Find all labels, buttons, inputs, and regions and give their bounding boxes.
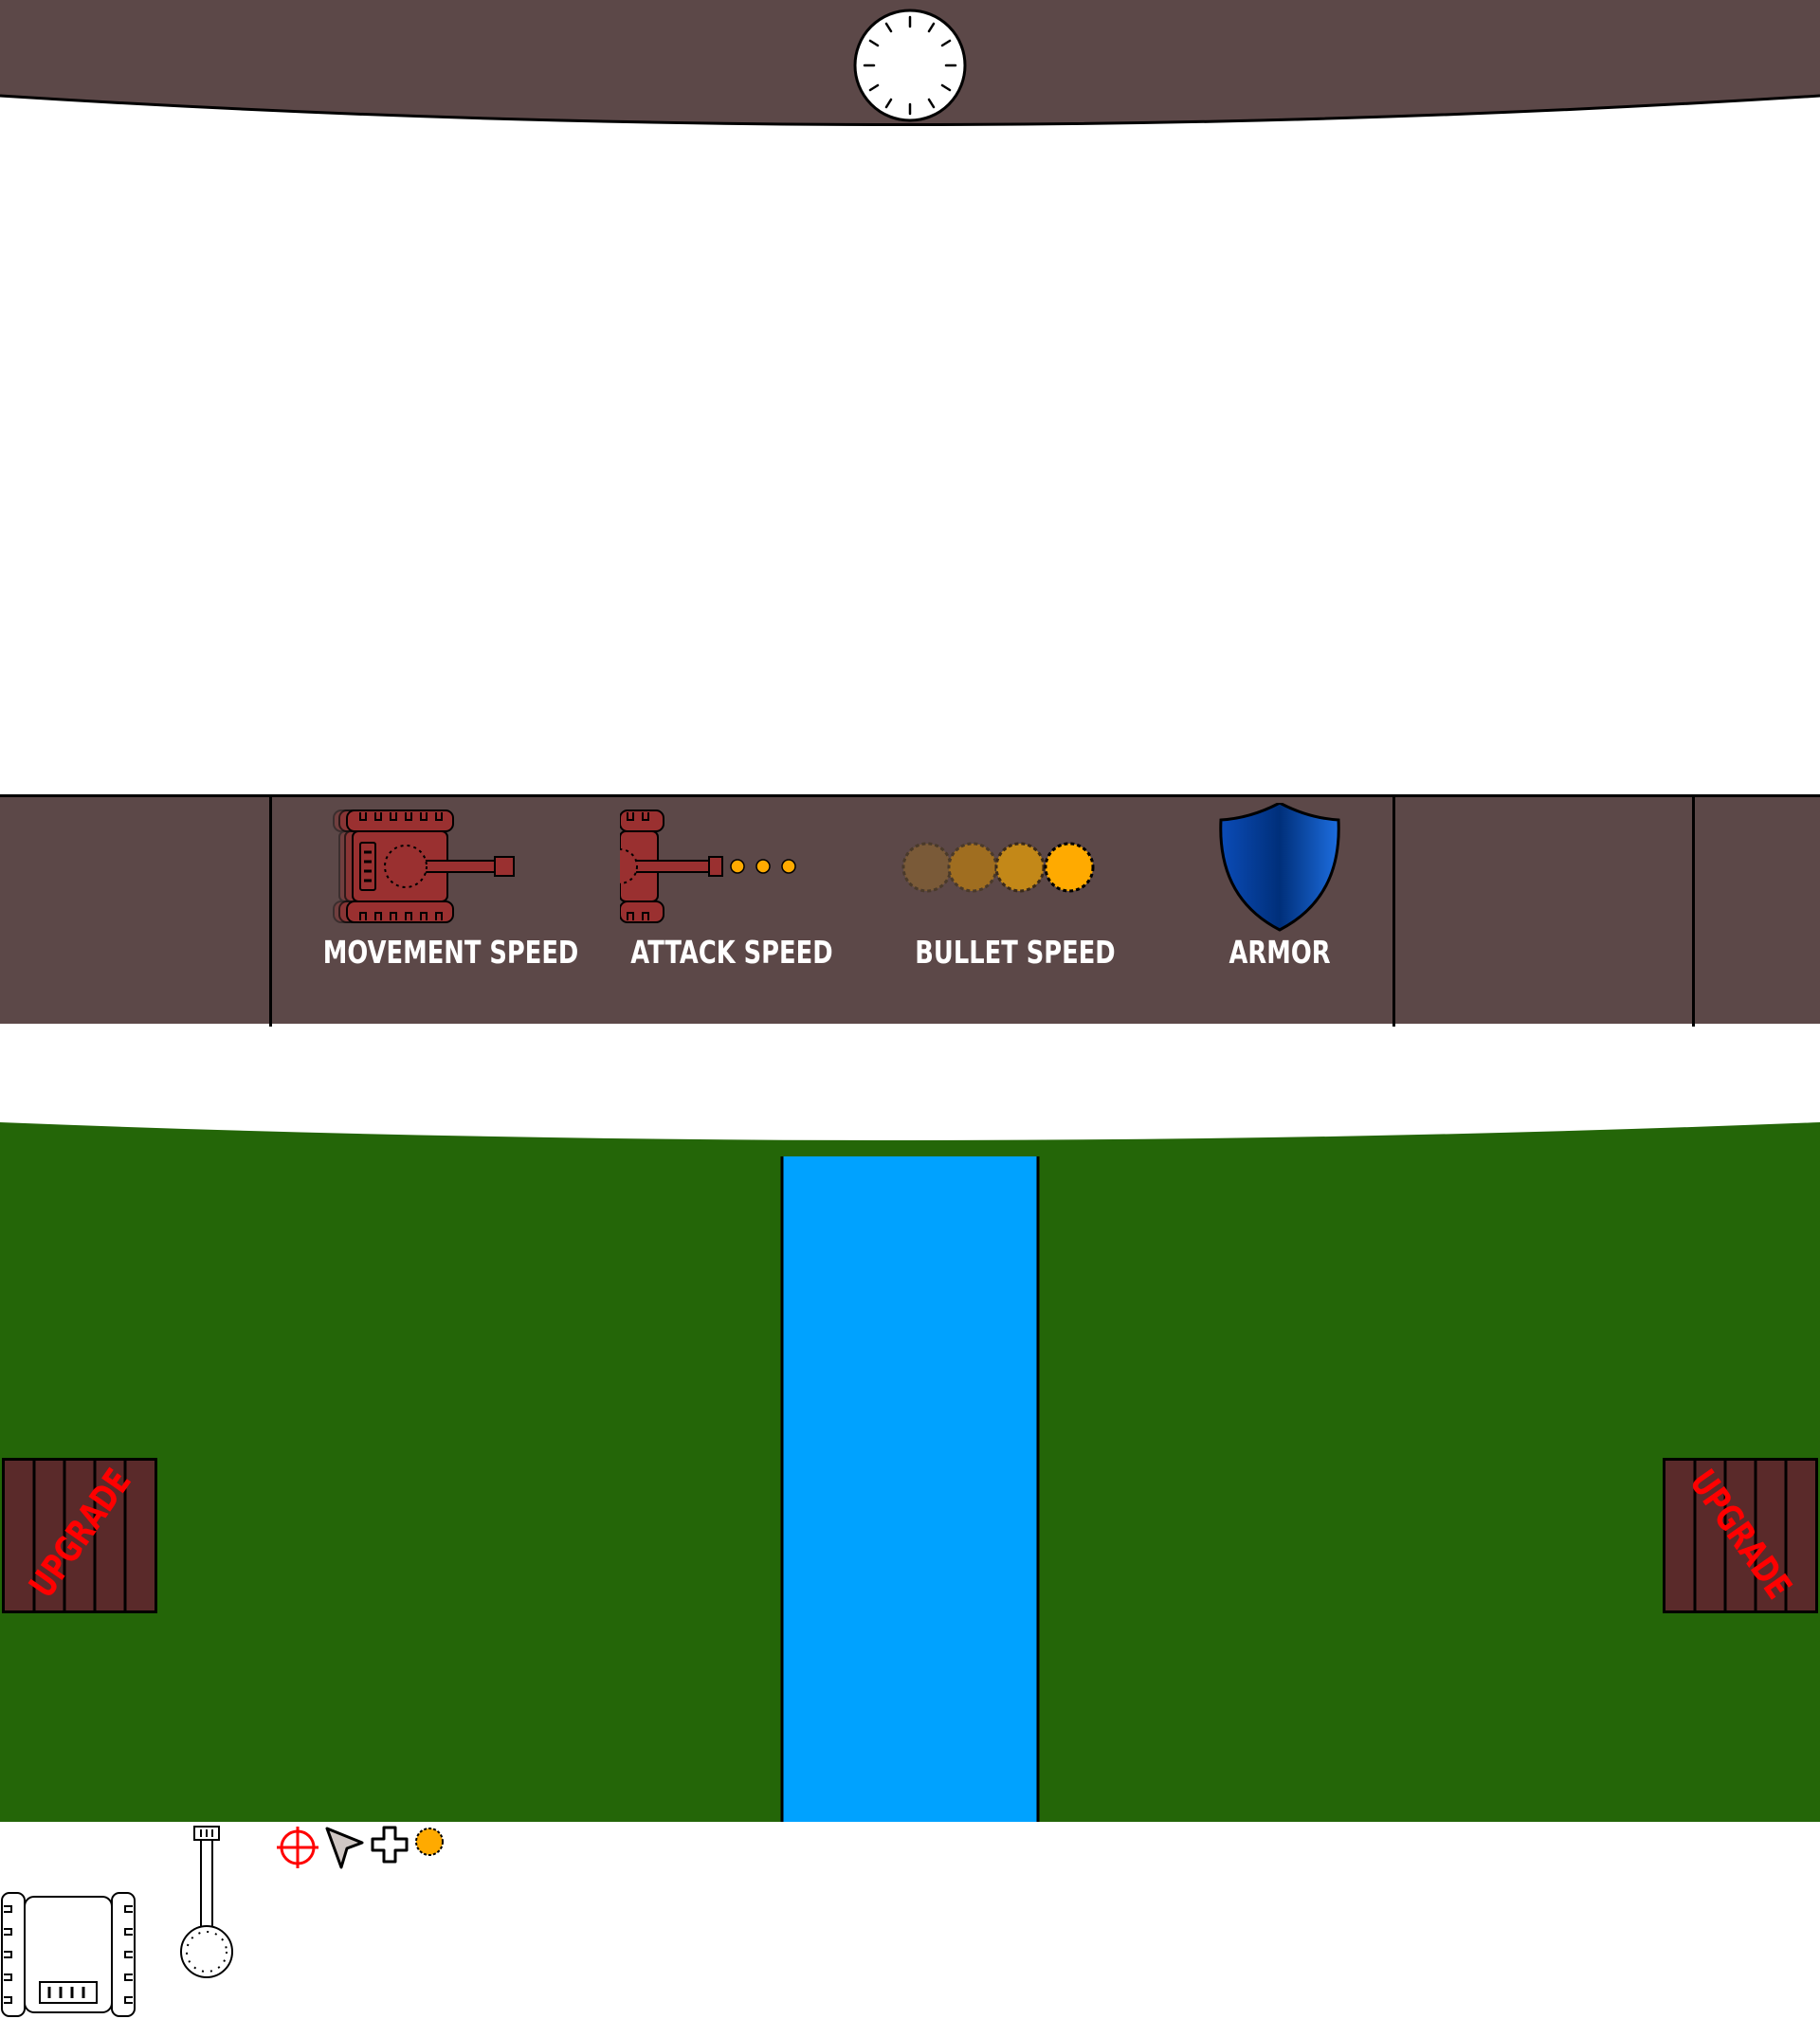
upgrade-movement-speed-button[interactable]: MOVEMENT SPEED <box>294 797 579 1024</box>
shield-icon <box>1219 803 1340 932</box>
upgrade-bullet-speed-button[interactable]: BULLET SPEED <box>891 797 1116 1024</box>
panel-divider <box>269 797 272 1027</box>
upgrade-label: MOVEMENT SPEED <box>322 934 579 971</box>
battlefield <box>0 1122 1820 1822</box>
panel-divider <box>1392 797 1395 1027</box>
coin-icon <box>415 1828 444 1856</box>
upgrade-armor-button[interactable]: ARMOR <box>1185 797 1374 1024</box>
upgrade-crate-right[interactable]: UPGRADE <box>1663 1458 1818 1613</box>
tank-speed-icon <box>333 809 515 923</box>
panel-divider <box>1692 797 1695 1027</box>
crosshair-icon <box>277 1827 318 1868</box>
river <box>780 1156 1040 1822</box>
upgrade-label: ARMOR <box>1228 934 1331 971</box>
bullet-trail-icon <box>901 842 1095 893</box>
upgrade-label: BULLET SPEED <box>915 934 1116 971</box>
upgrade-crate-left[interactable]: UPGRADE <box>2 1458 157 1613</box>
upgrade-panel: MOVEMENT SPEED ATTACK SPEED BULLET SPEED… <box>0 794 1820 1027</box>
tank-turret-icon <box>180 1826 233 1978</box>
cursor-arrow-icon <box>325 1827 364 1869</box>
clock-icon <box>853 9 967 122</box>
tank-firing-icon <box>607 803 796 931</box>
upgrade-attack-speed-button[interactable]: ATTACK SPEED <box>607 797 833 1024</box>
tank-body-icon <box>1 1892 136 2017</box>
upgrade-label: ATTACK SPEED <box>630 934 833 971</box>
plus-icon <box>371 1826 409 1864</box>
top-hud-bar <box>0 0 1820 126</box>
